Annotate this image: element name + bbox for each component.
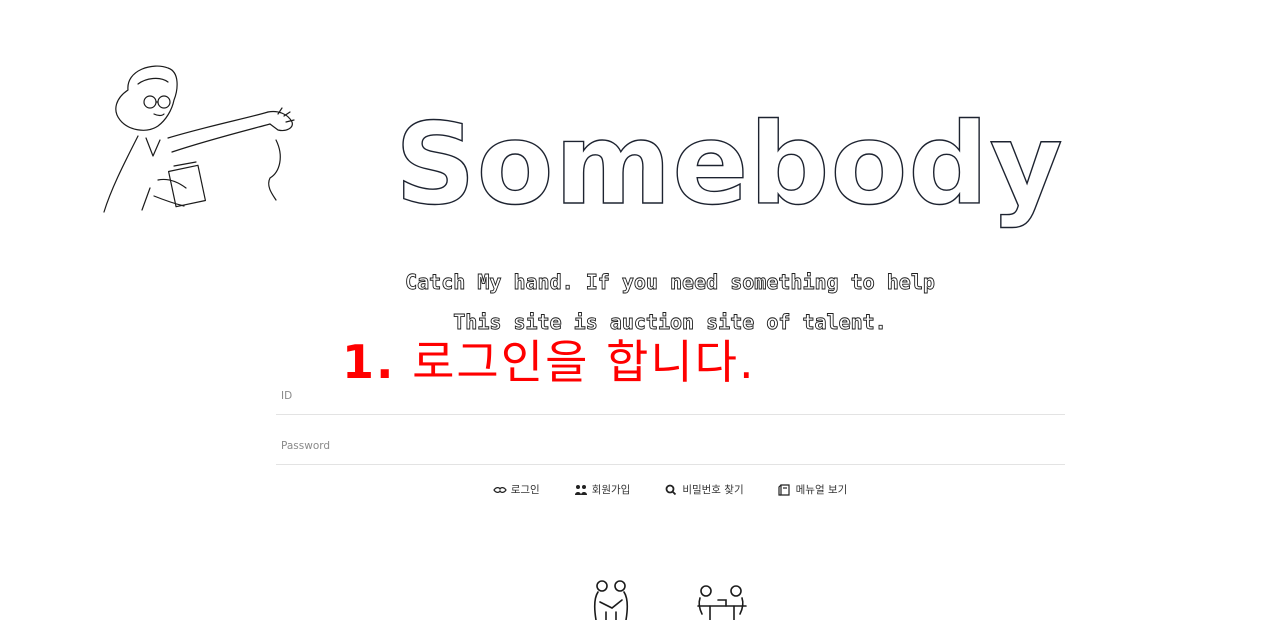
search-icon (665, 484, 677, 495)
book-icon (778, 483, 790, 496)
handshake-illustration (593, 580, 629, 620)
id-field-row (276, 378, 1065, 415)
tagline-primary: Catch My hand. If you need something to … (405, 270, 936, 295)
find-password-button[interactable]: 비밀번호 찾기 (664, 482, 744, 497)
id-input[interactable] (276, 390, 1065, 402)
logo-text: Somebody (394, 99, 1064, 230)
password-input[interactable] (276, 440, 1065, 452)
meeting-illustration (697, 585, 747, 620)
handshake-icon (492, 486, 507, 493)
login-form (276, 378, 1065, 478)
manual-label: 메뉴얼 보기 (795, 484, 848, 496)
find-password-label: 비밀번호 찾기 (682, 484, 744, 496)
signup-label: 회원가입 (591, 484, 631, 496)
login-page: Somebody Catch My hand. If you need some… (0, 0, 1280, 620)
password-field-row (276, 428, 1065, 465)
manual-button[interactable]: 메뉴얼 보기 (778, 482, 848, 497)
action-links: 로그인 회원가입 비밀번호 찾기 메뉴얼 보기 (0, 482, 1280, 497)
users-icon (574, 484, 587, 495)
signup-button[interactable]: 회원가입 (574, 482, 631, 497)
login-label: 로그인 (510, 484, 540, 496)
login-button[interactable]: 로그인 (492, 482, 540, 497)
woman-illustration (103, 65, 295, 213)
site-logo: Somebody (394, 99, 1064, 230)
